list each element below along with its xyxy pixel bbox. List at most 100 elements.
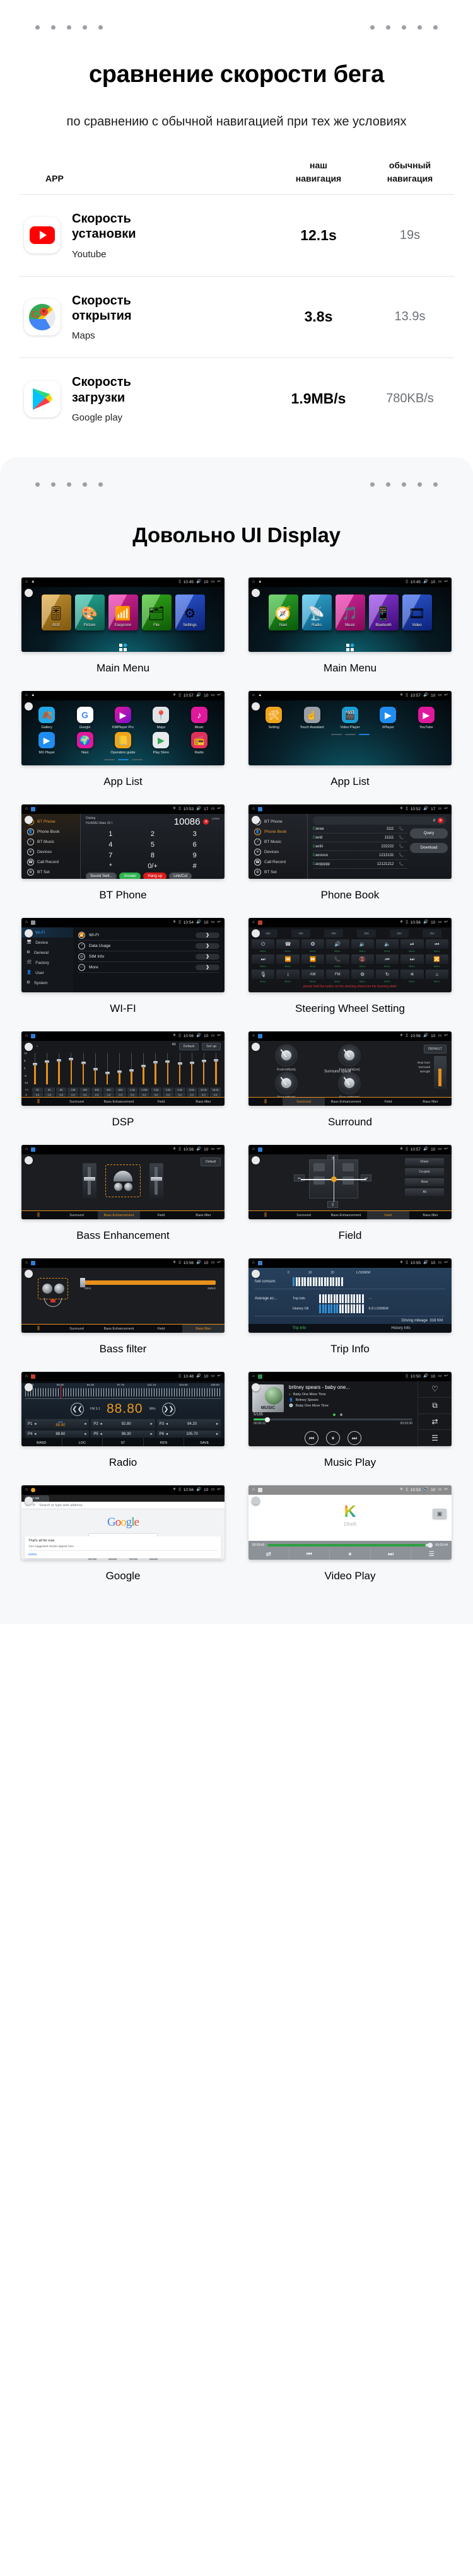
more-link[interactable]: MORE <box>28 1550 218 1556</box>
q-value[interactable]: 2.0 <box>115 1093 126 1098</box>
key-updown[interactable]: ↕ NULL <box>276 970 300 983</box>
rotary-knob[interactable] <box>252 589 260 598</box>
stereo-button[interactable]: ST <box>103 1438 144 1447</box>
prev-icon[interactable]: ◂ <box>100 1432 102 1436</box>
key-forward[interactable]: ⏩ NULL <box>301 954 325 968</box>
link-cut-button[interactable]: Link/Cut <box>169 873 192 879</box>
default-button[interactable]: DEFAULT <box>423 1045 447 1054</box>
preset-p3[interactable]: P3 ◂ 94.20 ▸ <box>156 1419 221 1429</box>
page-indicator[interactable] <box>248 734 452 736</box>
sidebar-item-factory[interactable]: 🛠 Factory <box>21 958 73 968</box>
list-item[interactable]: David 11111 📞 <box>313 833 407 843</box>
fc-value[interactable]: 400 <box>103 1088 114 1093</box>
move-right-button[interactable]: ⇨ <box>361 1175 371 1182</box>
q-value[interactable]: 2.0 <box>162 1093 173 1098</box>
key-prev[interactable]: ⏮ NULL <box>425 939 448 953</box>
equalizer-icon[interactable]: ⧉ <box>418 1398 452 1414</box>
menu-tile-picture[interactable]: 🎨 Picture <box>74 595 105 631</box>
key-voice[interactable]: 🎙 NULL <box>252 970 275 983</box>
fc-value[interactable]: 50 <box>44 1088 55 1093</box>
fc-value[interactable]: 30 <box>32 1088 43 1093</box>
key-fm[interactable]: FM NULL <box>326 970 349 983</box>
key-seek-back[interactable]: ⏮ NULL <box>375 954 399 968</box>
fc-value[interactable]: 5.0k <box>174 1088 185 1093</box>
save-button[interactable]: SAVE <box>184 1438 225 1446</box>
preset-p2[interactable]: P2 ◂ 92.80 ▸ <box>91 1419 155 1429</box>
sidebar-item-call-record[interactable]: ☎ Call Record <box>21 857 80 867</box>
rotary-knob[interactable] <box>25 589 33 598</box>
call-icon[interactable]: 📞 <box>399 844 404 849</box>
key[interactable]: 7 <box>90 850 132 861</box>
call-icon[interactable]: 📞 <box>399 827 404 831</box>
rear-horn-slider[interactable] <box>434 1056 447 1089</box>
key-power[interactable]: ⏻ NULL <box>252 939 275 953</box>
app-item[interactable]: ▶ XPlayer <box>373 707 402 729</box>
rotary-knob[interactable] <box>252 1383 260 1392</box>
rotary-knob[interactable] <box>25 1497 33 1506</box>
default-button[interactable]: Default <box>178 1043 199 1051</box>
app-item[interactable]: 🌍 Navi <box>71 732 100 755</box>
eq-slider[interactable] <box>189 1052 194 1086</box>
key-mode[interactable]: ❂ NULL <box>301 939 325 953</box>
key[interactable]: 2 <box>132 828 174 839</box>
sidebar-item-bt-set[interactable]: ⚙ BT Set <box>21 867 80 877</box>
tab-bass-enhancement[interactable]: Bass Enhancement <box>98 1100 140 1104</box>
eq-slider[interactable] <box>117 1052 122 1086</box>
list-item[interactable]: Davaa 1111 📞 <box>313 825 407 834</box>
rotary-knob[interactable] <box>252 1043 260 1052</box>
equalizer-icon[interactable]: ⦀ <box>248 1098 283 1105</box>
equalizer-icon[interactable]: ⦀ <box>21 1325 55 1332</box>
tab-surround[interactable]: Surround <box>283 1214 325 1217</box>
preset-p4[interactable]: P4 ◂ 88.60 ▸ <box>25 1430 90 1438</box>
sidebar-item-phone-book[interactable]: 👤 Phone Book <box>248 827 307 837</box>
fc-value[interactable]: 105 <box>67 1088 79 1093</box>
key[interactable]: 4 <box>90 839 132 850</box>
next-icon[interactable]: ▸ <box>151 1422 153 1426</box>
tab-bass-filter[interactable]: Bass filter <box>182 1100 225 1104</box>
app-item[interactable]: ♪ Music <box>185 707 214 729</box>
next-button[interactable]: ⏭ <box>371 1549 412 1560</box>
q-value[interactable]: 2.0 <box>139 1093 150 1098</box>
q-value[interactable]: 2.0 <box>186 1093 197 1098</box>
key-rewind[interactable]: ⏪ NULL <box>276 954 300 968</box>
tab-surround[interactable]: Surround <box>55 1327 98 1331</box>
eq-slider[interactable] <box>93 1052 98 1086</box>
contact-search-input[interactable]: d ✕ <box>313 816 447 825</box>
sidebar-item-bt-music[interactable]: ♪ BT Music <box>248 837 307 847</box>
tab-field[interactable]: Field <box>140 1214 182 1217</box>
bass-slider-left[interactable] <box>83 1163 96 1199</box>
key[interactable]: 1 <box>90 828 132 839</box>
bass-filter-slider[interactable]: 20Hz 250Hz <box>80 1278 216 1290</box>
key[interactable]: * <box>90 861 132 871</box>
list-item[interactable]: Davppppp 12121212 📞 <box>313 860 407 869</box>
tab-bass-enhancement[interactable]: Bass Enhancement <box>98 1211 140 1220</box>
clear-icon[interactable]: ✕ <box>438 818 443 824</box>
next-icon[interactable]: ▸ <box>216 1432 218 1436</box>
pause-button[interactable]: ⏸ <box>326 1431 340 1446</box>
key-bluetooth[interactable]: ✳ NULL <box>400 970 424 983</box>
rotary-knob[interactable] <box>25 1383 33 1392</box>
key-home[interactable]: ⌂ NULL <box>425 970 448 983</box>
q-value[interactable]: 3.0 <box>198 1093 209 1098</box>
repeat-icon[interactable]: ⇄ <box>418 1414 452 1430</box>
tab-bass-filter[interactable]: Bass filter <box>182 1325 225 1333</box>
bass-slider-right[interactable] <box>149 1163 163 1199</box>
app-item[interactable]: ☝ Touch Assistant <box>298 707 327 729</box>
preset-p1[interactable]: P1 ◂ wer 88.80 ▸ <box>25 1419 90 1429</box>
key-shuffle[interactable]: 🔀 NULL <box>425 954 448 968</box>
tuning-scale[interactable]: 87.50 90.90 94.35 97.75 101.15 104.60 10… <box>25 1383 221 1400</box>
address-bar[interactable]: ← ⟳ Search or type web address <box>21 1502 225 1510</box>
home-grid-icon[interactable] <box>119 643 128 652</box>
key-seek-fwd[interactable]: ⏭ NULL <box>400 954 424 968</box>
seek-down-button[interactable]: ❮❮ <box>71 1402 85 1416</box>
fc-value[interactable]: 16.0k <box>210 1088 221 1093</box>
q-value[interactable]: 2.0 <box>67 1093 79 1098</box>
key-vol-up[interactable]: 🔊 NULL <box>326 939 349 953</box>
sidebar-item-devices[interactable]: ✳ Devices <box>248 847 307 857</box>
sidebar-item-bt-music[interactable]: ♪ BT Music <box>21 837 80 847</box>
call-icon[interactable]: 📞 <box>399 862 404 866</box>
tab-bass-filter[interactable]: Bass filter <box>409 1214 452 1217</box>
q-value[interactable]: 3.0 <box>151 1093 161 1098</box>
app-item[interactable]: ▶ Play Store <box>146 732 175 755</box>
sound-switch-button[interactable]: Sound Swit... <box>86 873 117 879</box>
